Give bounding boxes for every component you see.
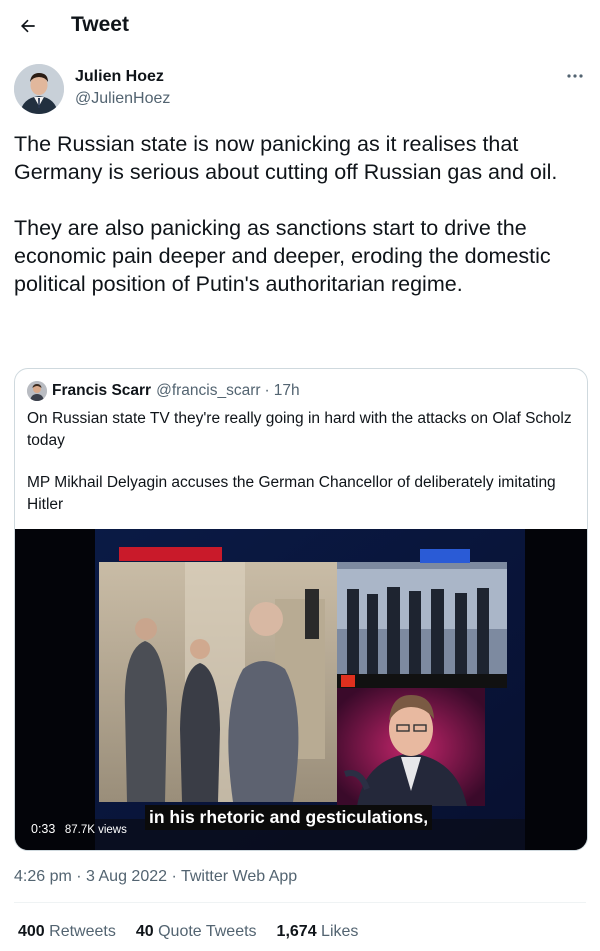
tweet-author: Julien Hoez @JulienHoez — [14, 64, 586, 114]
quote-tweets-count: 40 — [135, 923, 154, 940]
tweet-time[interactable]: 4:26 pm — [14, 868, 72, 885]
quoted-paragraph: On Russian state TV they're really going… — [27, 410, 572, 449]
video-views: 87.7K views — [64, 824, 127, 836]
top-bar: Tweet — [0, 0, 600, 52]
tweet-paragraph: The Russian state is now panicking as it… — [14, 132, 558, 184]
likes-count: 1,674 — [276, 923, 317, 940]
video-player[interactable]: 0:33 87.7K views in his rhetoric and ges… — [15, 529, 587, 850]
author-name[interactable]: Julien Hoez — [75, 68, 164, 86]
separator-dot: · — [171, 868, 177, 885]
avatar[interactable] — [14, 64, 64, 114]
quoted-avatar — [27, 381, 47, 401]
tweet-paragraph: They are also panicking as sanctions sta… — [14, 216, 551, 296]
more-dots-icon — [567, 74, 583, 78]
retweets-count: 400 — [18, 923, 45, 940]
likes-stat[interactable]: 1,674 Likes — [277, 923, 359, 941]
page-title: Tweet — [71, 13, 129, 36]
author-handle[interactable]: @JulienHoez — [75, 90, 170, 108]
retweets-label: Retweets — [49, 923, 116, 940]
quoted-timestamp: 17h — [273, 382, 300, 399]
quoted-paragraph: MP Mikhail Delyagin accuses the German C… — [27, 474, 556, 513]
retweets-stat[interactable]: 400 Retweets — [18, 923, 116, 941]
video-duration: 0:33 — [31, 822, 56, 836]
quoted-tweet-header: Francis Scarr @francis_scarr · 17h — [27, 381, 300, 401]
quoted-tweet-text: On Russian state TV they're really going… — [27, 408, 575, 516]
quote-tweets-stat[interactable]: 40 Quote Tweets — [136, 923, 257, 941]
tweet-text: The Russian state is now panicking as it… — [14, 130, 590, 298]
tweet-source[interactable]: Twitter Web App — [181, 868, 297, 885]
back-button[interactable] — [14, 12, 42, 40]
tweet-date[interactable]: 3 Aug 2022 — [86, 868, 167, 885]
tweet-stats: 400 Retweets 40 Quote Tweets 1,674 Likes — [18, 923, 358, 941]
tweet-timestamp: 4:26 pm · 3 Aug 2022 · Twitter Web App — [14, 868, 297, 886]
quote-tweets-label: Quote Tweets — [158, 923, 257, 940]
more-options-button[interactable] — [564, 66, 586, 86]
quoted-tweet[interactable]: Francis Scarr @francis_scarr · 17h On Ru… — [14, 368, 588, 851]
likes-label: Likes — [321, 923, 359, 940]
quoted-author-handle: @francis_scarr — [156, 382, 261, 399]
separator-dot: · — [264, 382, 270, 399]
arrow-left-icon — [21, 19, 35, 33]
video-frame — [15, 529, 587, 850]
video-subtitle: in his rhetoric and gesticulations, — [145, 805, 433, 830]
separator-dot: · — [76, 868, 82, 885]
quoted-author-name: Francis Scarr — [52, 382, 152, 399]
divider — [14, 902, 586, 903]
video-stats: 0:33 87.7K views — [31, 822, 127, 836]
